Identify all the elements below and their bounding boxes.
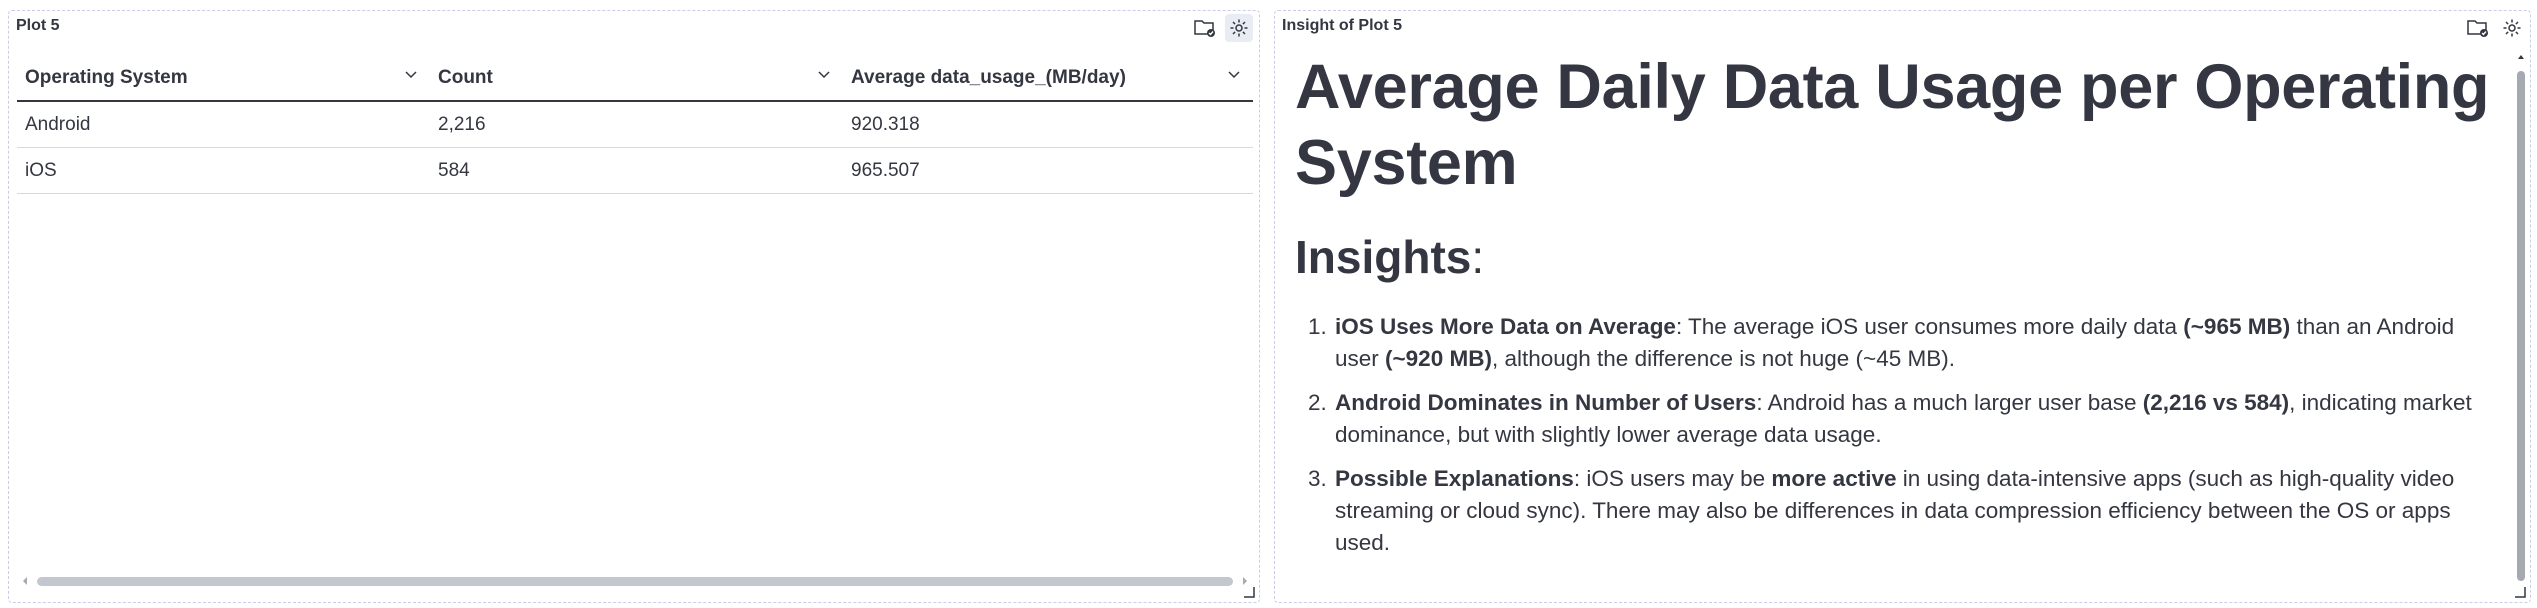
- table-cell: iOS: [17, 147, 430, 194]
- insight-text: , although the difference is not huge (~…: [1491, 346, 1955, 371]
- insight-list-item: Android Dominates in Number of Users: An…: [1333, 387, 2495, 451]
- insight-item-title: Possible Explanations: [1335, 466, 1574, 491]
- insight-subheading: Insights:: [1295, 231, 2495, 283]
- insight-emphasis: (2,216 vs 584): [2142, 390, 2290, 415]
- data-table: Operating System Count Average data_usag…: [17, 56, 1253, 194]
- scroll-right-icon[interactable]: [1241, 576, 1249, 586]
- column-header-count[interactable]: Count: [430, 56, 843, 102]
- insight-emphasis: more active: [1771, 466, 1897, 491]
- table-header-row: Operating System Count Average data_usag…: [17, 56, 1253, 102]
- insight-panel: Insight of Plot 5 Average Daily Data Usa…: [1274, 10, 2531, 603]
- horizontal-scrollbar[interactable]: [15, 574, 1255, 588]
- gear-icon[interactable]: [1225, 14, 1253, 42]
- table-row: Android 2,216 920.318: [17, 101, 1253, 148]
- column-label: Average data_usage_(MB/day): [851, 67, 1126, 88]
- table-cell: Android: [17, 101, 430, 148]
- table-cell: 2,216: [430, 101, 843, 148]
- scroll-up-icon[interactable]: [2517, 53, 2525, 61]
- folder-check-icon[interactable]: [1191, 14, 1219, 42]
- table-row: iOS 584 965.507: [17, 147, 1253, 194]
- scrollbar-thumb[interactable]: [2517, 71, 2525, 581]
- subheading-text: Insights: [1295, 231, 1472, 283]
- insight-item-title: Android Dominates in Number of Users: [1335, 390, 1757, 415]
- insight-item-title: iOS Uses More Data on Average: [1335, 314, 1676, 339]
- column-label: Count: [438, 67, 493, 88]
- insight-text: : iOS users may be: [1573, 466, 1772, 491]
- chevron-down-icon[interactable]: [817, 70, 831, 80]
- chevron-down-icon[interactable]: [1227, 70, 1241, 80]
- insight-heading: Average Daily Data Usage per Operating S…: [1295, 52, 2490, 198]
- gear-icon[interactable]: [2498, 14, 2526, 42]
- insight-emphasis: (~920 MB): [1385, 346, 1492, 371]
- insight-list: iOS Uses More Data on Average: The avera…: [1295, 311, 2495, 559]
- table-cell: 584: [430, 147, 843, 194]
- subheading-suffix: :: [1471, 231, 1485, 283]
- chevron-down-icon[interactable]: [404, 70, 418, 80]
- insight-list-item: iOS Uses More Data on Average: The avera…: [1333, 311, 2495, 375]
- insight-content: Average Daily Data Usage per Operating S…: [1295, 49, 2495, 571]
- panel-title: Plot 5: [16, 17, 60, 34]
- table-cell: 920.318: [843, 101, 1253, 148]
- resize-handle-icon[interactable]: [1243, 586, 1255, 598]
- column-header-os[interactable]: Operating System: [17, 56, 430, 102]
- insight-list-item: Possible Explanations: iOS users may be …: [1333, 463, 2495, 559]
- vertical-scrollbar[interactable]: [2515, 49, 2527, 589]
- insight-text: : The average iOS user consumes more dai…: [1675, 314, 2184, 339]
- panel-title: Insight of Plot 5: [1282, 17, 1402, 34]
- column-label: Operating System: [25, 67, 188, 88]
- table-cell: 965.507: [843, 147, 1253, 194]
- folder-check-icon[interactable]: [2464, 14, 2492, 42]
- scrollbar-thumb[interactable]: [37, 577, 1233, 586]
- column-header-average[interactable]: Average data_usage_(MB/day): [843, 56, 1253, 102]
- plot-panel: Plot 5 Operating System Count Average da…: [8, 10, 1260, 603]
- resize-handle-icon[interactable]: [2514, 586, 2526, 598]
- insight-text: : Android has a much larger user base: [1756, 390, 2143, 415]
- scroll-left-icon[interactable]: [21, 576, 29, 586]
- insight-emphasis: (~965 MB): [2183, 314, 2291, 339]
